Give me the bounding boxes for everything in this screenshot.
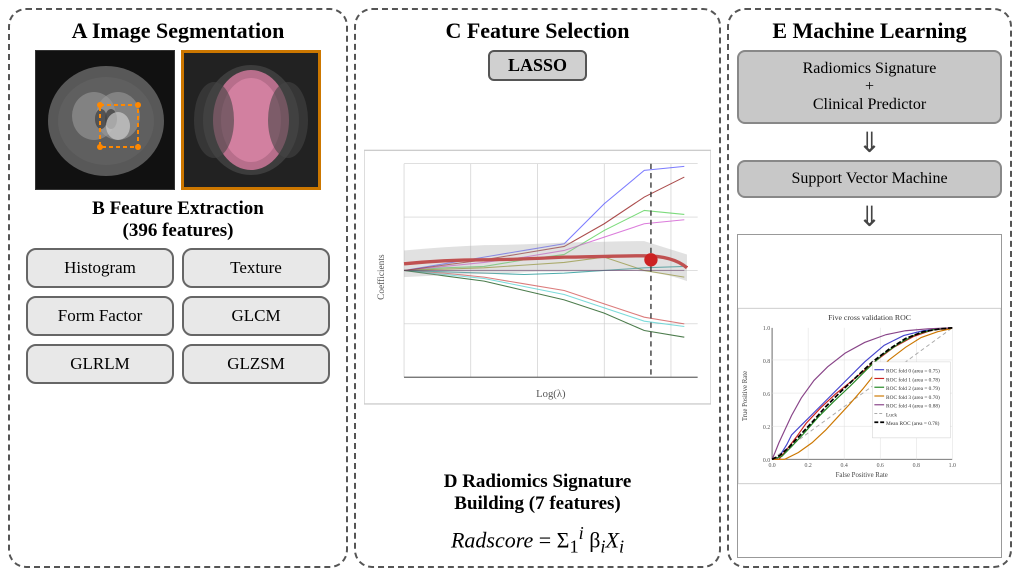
feature-glcm: GLCM (182, 296, 330, 336)
feature-formfactor: Form Factor (26, 296, 174, 336)
svg-text:ROC fold 4 (area = 0.88): ROC fold 4 (area = 0.88) (886, 403, 940, 410)
lasso-chart: Log(λ) Coefficients (364, 87, 711, 467)
svg-text:0.2: 0.2 (804, 463, 811, 469)
panel-e-title: E Machine Learning (772, 18, 966, 44)
feature-histogram: Histogram (26, 248, 174, 288)
svg-text:0.8: 0.8 (913, 463, 920, 469)
svg-text:1.0: 1.0 (949, 463, 956, 469)
arrow-down-1: ⇓ (858, 130, 881, 158)
ct-scan-right (181, 50, 321, 190)
arrow-down-2: ⇓ (858, 204, 881, 232)
feature-grid: Histogram Texture Form Factor GLCM GLRLM… (18, 248, 338, 384)
panel-a: A Image Segmentation (8, 8, 348, 568)
panel-a-title: A Image Segmentation (72, 18, 285, 44)
svg-text:0.2: 0.2 (763, 425, 770, 431)
svg-text:Log(λ): Log(λ) (536, 388, 566, 400)
svg-text:0.6: 0.6 (763, 392, 770, 398)
svg-text:0.6: 0.6 (877, 463, 884, 469)
svg-text:False Positive Rate: False Positive Rate (836, 472, 888, 479)
svg-text:0.4: 0.4 (841, 463, 848, 469)
roc-chart: Five cross validation ROC 0.0 0.2 0.4 0.… (737, 234, 1002, 558)
panel-c-title: C Feature Selection (445, 18, 629, 44)
svg-text:ROC fold 2 (area = 0.79): ROC fold 2 (area = 0.79) (886, 385, 940, 392)
svg-text:True Positive Rate: True Positive Rate (742, 371, 749, 421)
svg-text:1.0: 1.0 (763, 326, 770, 332)
ct-scan-left (35, 50, 175, 190)
svg-text:0.8: 0.8 (763, 359, 770, 365)
panel-c: C Feature Selection LASSO (354, 8, 721, 568)
image-row (35, 50, 321, 190)
svg-text:ROC fold 3 (area = 0.70): ROC fold 3 (area = 0.70) (886, 394, 940, 401)
svg-text:Five cross validation ROC: Five cross validation ROC (828, 313, 911, 322)
panel-d-title: D Radiomics Signature Building (7 featur… (444, 471, 632, 515)
svg-text:ROC fold 0 (area = 0.75): ROC fold 0 (area = 0.75) (886, 368, 940, 375)
svg-text:Mean ROC (area = 0.78): Mean ROC (area = 0.78) (886, 420, 940, 427)
lasso-label: LASSO (488, 50, 587, 81)
feature-extraction-title: B Feature Extraction (396 features) (92, 198, 264, 242)
feature-glzsm: GLZSM (182, 344, 330, 384)
radiomics-signature-box: Radiomics Signature + Clinical Predictor (737, 50, 1002, 124)
svg-text:Coefficients: Coefficients (376, 254, 387, 300)
svg-text:0.0: 0.0 (763, 458, 770, 464)
svg-text:Luck: Luck (886, 412, 897, 418)
feature-glrlm: GLRLM (26, 344, 174, 384)
radscore-formula: Radscore = Σ1i βiXi (451, 523, 624, 558)
svg-text:ROC fold 1 (area = 0.78): ROC fold 1 (area = 0.78) (886, 376, 940, 383)
svm-box: Support Vector Machine (737, 160, 1002, 198)
panel-e: E Machine Learning Radiomics Signature +… (727, 8, 1012, 568)
feature-texture: Texture (182, 248, 330, 288)
